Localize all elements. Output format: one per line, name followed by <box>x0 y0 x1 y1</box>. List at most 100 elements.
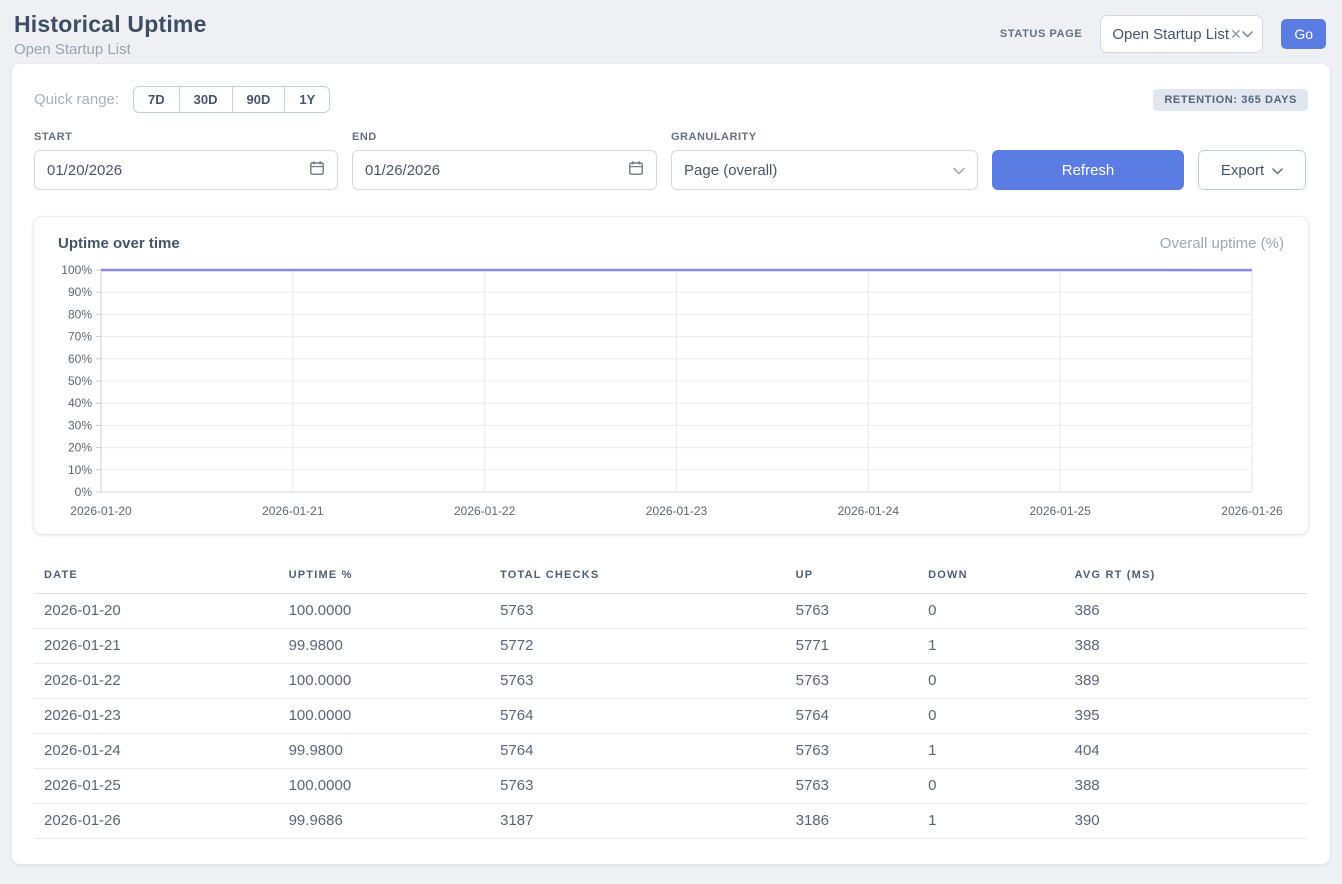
cell-date: 2026-01-21 <box>34 629 279 664</box>
svg-text:30%: 30% <box>68 418 92 432</box>
table-row: 2026-01-25 100.0000 5763 5763 0 388 <box>34 769 1308 804</box>
main-panel: Quick range: 7D 30D 90D 1Y RETENTION: 36… <box>12 64 1330 864</box>
granularity-field: GRANULARITY Page (overall) <box>671 131 978 190</box>
calendar-icon[interactable] <box>309 160 325 180</box>
quick-range-90d-button[interactable]: 90D <box>232 86 286 113</box>
header-controls: STATUS PAGE Open Startup List ✕ Go <box>1000 15 1328 53</box>
granularity-label: GRANULARITY <box>671 131 978 143</box>
end-date-label: END <box>352 131 657 143</box>
cell-avg-rt: 390 <box>1065 804 1308 839</box>
cell-uptime: 100.0000 <box>279 699 490 734</box>
quick-range-label: Quick range: <box>34 91 119 108</box>
table-row: 2026-01-20 100.0000 5763 5763 0 386 <box>34 594 1308 629</box>
export-button[interactable]: Export <box>1198 150 1306 190</box>
cell-up: 5763 <box>786 664 918 699</box>
cell-total-checks: 5764 <box>490 734 786 769</box>
cell-down: 0 <box>918 664 1065 699</box>
cell-up: 5763 <box>786 594 918 629</box>
svg-text:90%: 90% <box>68 285 92 299</box>
cell-up: 5771 <box>786 629 918 664</box>
svg-text:2026-01-22: 2026-01-22 <box>454 504 516 518</box>
chart-legend: Overall uptime (%) <box>1160 235 1284 252</box>
col-date: DATE <box>34 560 279 594</box>
status-page-select-value: Open Startup List <box>1112 26 1229 43</box>
chevron-down-icon <box>1272 162 1283 179</box>
go-button[interactable]: Go <box>1281 19 1326 49</box>
svg-text:70%: 70% <box>68 330 92 344</box>
cell-date: 2026-01-26 <box>34 804 279 839</box>
chart-title: Uptime over time <box>58 235 180 252</box>
cell-up: 3186 <box>786 804 918 839</box>
cell-total-checks: 5763 <box>490 664 786 699</box>
start-date-label: START <box>34 131 338 143</box>
svg-text:10%: 10% <box>68 463 92 477</box>
cell-avg-rt: 388 <box>1065 629 1308 664</box>
quick-range-30d-button[interactable]: 30D <box>179 86 233 113</box>
end-date-field: END 01/26/2026 <box>352 131 657 190</box>
table-row: 2026-01-23 100.0000 5764 5764 0 395 <box>34 699 1308 734</box>
cell-total-checks: 3187 <box>490 804 786 839</box>
cell-down: 1 <box>918 734 1065 769</box>
cell-total-checks: 5764 <box>490 699 786 734</box>
export-button-label: Export <box>1221 162 1264 179</box>
cell-avg-rt: 386 <box>1065 594 1308 629</box>
granularity-select[interactable]: Page (overall) <box>671 150 978 190</box>
start-date-input[interactable]: 01/20/2026 <box>34 150 338 190</box>
cell-date: 2026-01-20 <box>34 594 279 629</box>
quick-range-segmented: 7D 30D 90D 1Y <box>133 86 330 113</box>
cell-uptime: 99.9800 <box>279 629 490 664</box>
table-row: 2026-01-22 100.0000 5763 5763 0 389 <box>34 664 1308 699</box>
page-subtitle: Open Startup List <box>14 41 207 58</box>
uptime-table: DATE UPTIME % TOTAL CHECKS UP DOWN AVG R… <box>34 560 1308 839</box>
quick-range-1y-button[interactable]: 1Y <box>284 86 330 113</box>
cell-uptime: 99.9686 <box>279 804 490 839</box>
cell-total-checks: 5763 <box>490 769 786 804</box>
svg-text:2026-01-25: 2026-01-25 <box>1029 504 1091 518</box>
svg-text:2026-01-21: 2026-01-21 <box>262 504 324 518</box>
cell-avg-rt: 388 <box>1065 769 1308 804</box>
cell-up: 5763 <box>786 769 918 804</box>
clear-selection-icon[interactable]: ✕ <box>1230 27 1242 41</box>
cell-date: 2026-01-25 <box>34 769 279 804</box>
chevron-down-icon <box>1242 31 1253 38</box>
cell-uptime: 100.0000 <box>279 594 490 629</box>
table-row: 2026-01-24 99.9800 5764 5763 1 404 <box>34 734 1308 769</box>
col-avg-rt: AVG RT (MS) <box>1065 560 1308 594</box>
svg-text:2026-01-24: 2026-01-24 <box>838 504 900 518</box>
table-header: DATE UPTIME % TOTAL CHECKS UP DOWN AVG R… <box>34 560 1308 594</box>
retention-badge: RETENTION: 365 DAYS <box>1153 89 1308 111</box>
uptime-chart-card: Uptime over time Overall uptime (%) 0% 10… <box>34 217 1308 534</box>
cell-up: 5763 <box>786 734 918 769</box>
cell-uptime: 100.0000 <box>279 769 490 804</box>
col-up: UP <box>786 560 918 594</box>
calendar-icon[interactable] <box>628 160 644 180</box>
cell-down: 0 <box>918 594 1065 629</box>
chevron-down-icon <box>953 162 965 179</box>
svg-text:2026-01-26: 2026-01-26 <box>1221 504 1283 518</box>
chart-header: Uptime over time Overall uptime (%) <box>58 235 1284 252</box>
svg-text:100%: 100% <box>61 263 92 277</box>
quick-range-group: Quick range: 7D 30D 90D 1Y <box>34 86 330 113</box>
title-block: Historical Uptime Open Startup List <box>14 11 207 58</box>
svg-text:0%: 0% <box>75 485 93 499</box>
cell-down: 0 <box>918 769 1065 804</box>
svg-text:40%: 40% <box>68 396 92 410</box>
quick-range-7d-button[interactable]: 7D <box>133 86 180 113</box>
svg-text:50%: 50% <box>68 374 92 388</box>
cell-down: 1 <box>918 629 1065 664</box>
quick-range-row: Quick range: 7D 30D 90D 1Y RETENTION: 36… <box>34 86 1308 113</box>
cell-avg-rt: 404 <box>1065 734 1308 769</box>
refresh-button[interactable]: Refresh <box>992 150 1184 190</box>
table-body: 2026-01-20 100.0000 5763 5763 0 386 2026… <box>34 594 1308 839</box>
svg-text:60%: 60% <box>68 352 92 366</box>
end-date-input[interactable]: 01/26/2026 <box>352 150 657 190</box>
start-date-field: START 01/20/2026 <box>34 131 338 190</box>
cell-down: 0 <box>918 699 1065 734</box>
granularity-value: Page (overall) <box>684 162 777 179</box>
status-page-select[interactable]: Open Startup List ✕ <box>1100 15 1263 53</box>
cell-avg-rt: 389 <box>1065 664 1308 699</box>
cell-up: 5764 <box>786 699 918 734</box>
cell-total-checks: 5763 <box>490 594 786 629</box>
cell-total-checks: 5772 <box>490 629 786 664</box>
page-title: Historical Uptime <box>14 11 207 38</box>
